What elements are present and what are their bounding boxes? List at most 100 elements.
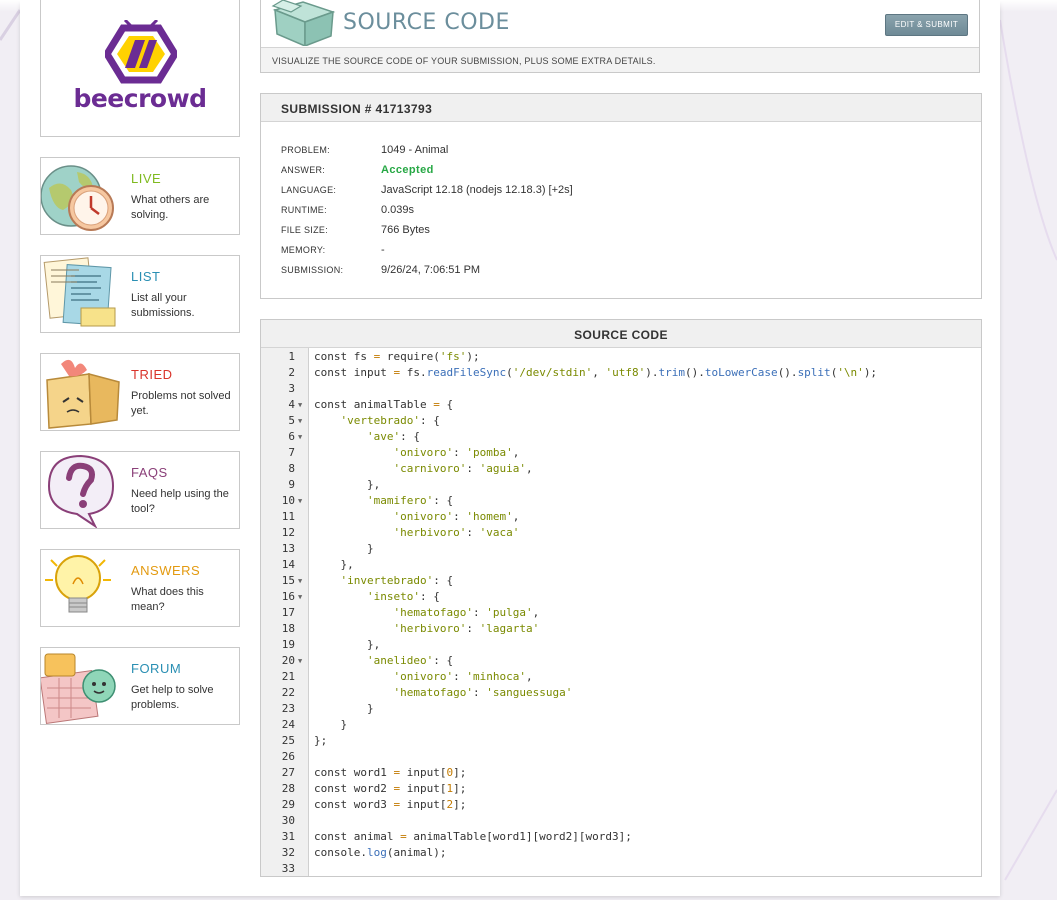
line-number: 6 — [288, 430, 295, 443]
code-text: 'hematofago': 'sanguessuga' — [393, 686, 573, 699]
chat-icon — [41, 653, 116, 724]
line-number: 12 — [281, 526, 295, 539]
source-code-header: SOURCE CODE EDIT & SUBMIT VISUALIZE THE … — [260, 0, 980, 73]
code-line: 11 'onivoro': 'homem', — [261, 509, 981, 525]
code-line: 27 const word1 = input[0]; — [261, 765, 981, 781]
line-number: 27 — [281, 766, 295, 779]
code-line: 2 const input = fs.readFileSync('/dev/std… — [261, 365, 981, 381]
code-line: 6 ▼ 'ave': { — [261, 429, 981, 445]
info-value: 766 Bytes — [381, 224, 430, 236]
info-value: 9/26/24, 7:06:51 PM — [381, 264, 481, 276]
sidebar-item-forum[interactable]: FORUM Get help to solve problems. — [40, 647, 240, 725]
sidebar-item-title: LIVE — [131, 171, 162, 186]
info-label: RUNTIME: — [281, 205, 327, 215]
sidebar-item-desc: Problems not solved yet. — [131, 390, 231, 417]
info-label: PROBLEM: — [281, 145, 330, 155]
code-line: 19 }, — [261, 637, 981, 653]
fold-toggle-icon[interactable]: ▼ — [298, 429, 302, 445]
info-value: 0.039s — [381, 204, 415, 216]
code-line: 25}; — [261, 733, 981, 749]
box-icon — [271, 0, 336, 46]
sidebar-item-faqs[interactable]: FAQS Need help using the tool? — [40, 451, 240, 529]
sidebar-item-desc: What others are solving. — [131, 194, 210, 221]
line-number: 5 — [288, 414, 295, 427]
code-text: 'vertebrado': { — [340, 414, 440, 427]
line-number: 18 — [281, 622, 295, 635]
code-line: 32 console.log(animal); — [261, 845, 981, 861]
sidebar-item-tried[interactable]: TRIED Problems not solved yet. — [40, 353, 240, 431]
code-text: 'onivoro': 'minhoca', — [393, 670, 533, 683]
code-text: 'hematofago': 'pulga', — [393, 606, 540, 619]
info-label: MEMORY: — [281, 245, 326, 255]
sidebar-item-desc: What does this mean? — [131, 586, 204, 613]
info-value: JavaScript 12.18 (nodejs 12.18.3) [+2s] — [381, 184, 573, 196]
code-text: 'onivoro': 'pomba', — [393, 446, 520, 459]
line-number: 17 — [281, 606, 295, 619]
code-line: 29 const word3 = input[2]; — [261, 797, 981, 813]
line-number: 9 — [288, 478, 295, 491]
sidebar-item-title: TRIED — [131, 367, 173, 382]
sidebar-item-title: FORUM — [131, 661, 182, 676]
line-number: 28 — [281, 782, 295, 795]
line-number: 33 — [281, 862, 295, 875]
code-line: 28 const word2 = input[1]; — [261, 781, 981, 797]
sidebar-item-answers[interactable]: ANSWERS What does this mean? — [40, 549, 240, 627]
line-number: 16 — [281, 590, 295, 603]
code-line: 21 'onivoro': 'minhoca', — [261, 669, 981, 685]
submission-title: SUBMISSION # 41713793 — [261, 94, 981, 122]
code-line: 12 'herbivoro': 'vaca' — [261, 525, 981, 541]
line-number: 14 — [281, 558, 295, 571]
code-text: console.log(animal); — [314, 846, 447, 859]
code-text: }; — [314, 734, 328, 747]
code-text: const input = fs.readFileSync('/dev/stdi… — [314, 366, 878, 379]
page-subtitle: VISUALIZE THE SOURCE CODE OF YOUR SUBMIS… — [261, 47, 979, 72]
line-number: 19 — [281, 638, 295, 651]
code-line: 5 ▼ 'vertebrado': { — [261, 413, 981, 429]
line-number: 25 — [281, 734, 295, 747]
code-text: } — [314, 718, 348, 731]
code-line: 23 } — [261, 701, 981, 717]
sidebar-item-title: ANSWERS — [131, 563, 201, 578]
line-number: 10 — [281, 494, 295, 507]
fold-toggle-icon[interactable]: ▼ — [298, 413, 302, 429]
line-number: 21 — [281, 670, 295, 683]
code-text: 'carnivoro': 'aguia', — [393, 462, 533, 475]
line-number: 24 — [281, 718, 295, 731]
code-line: 22 'hematofago': 'sanguessuga' — [261, 685, 981, 701]
code-text: } — [314, 542, 374, 555]
code-text: const animalTable = { — [314, 398, 454, 411]
code-text: 'herbivoro': 'vaca' — [393, 526, 520, 539]
fold-toggle-icon[interactable]: ▼ — [298, 573, 302, 589]
info-label: FILE SIZE: — [281, 225, 329, 235]
code-editor[interactable]: 1 const fs = require('fs'); 2 const input =… — [261, 349, 981, 876]
line-number: 26 — [281, 750, 295, 763]
papers-icon — [43, 257, 116, 327]
line-number: 13 — [281, 542, 295, 555]
fold-toggle-icon[interactable]: ▼ — [298, 653, 302, 669]
code-text: }, — [314, 558, 354, 571]
code-line: 7 'onivoro': 'pomba', — [261, 445, 981, 461]
code-text: 'herbivoro': 'lagarta' — [393, 622, 540, 635]
code-line: 14 }, — [261, 557, 981, 573]
fold-toggle-icon[interactable]: ▼ — [298, 589, 302, 605]
code-text: 'onivoro': 'homem', — [393, 510, 520, 523]
code-text: const animal = animalTable[word1][word2]… — [314, 830, 632, 843]
sidebar-item-list[interactable]: LIST List all your submissions. — [40, 255, 240, 333]
logo[interactable]: beecrowd — [40, 0, 240, 137]
line-number: 23 — [281, 702, 295, 715]
line-number: 2 — [288, 366, 295, 379]
fold-toggle-icon[interactable]: ▼ — [298, 493, 302, 509]
code-line: 1 const fs = require('fs'); — [261, 349, 981, 365]
fold-toggle-icon[interactable]: ▼ — [298, 397, 302, 413]
edit-submit-button[interactable]: EDIT & SUBMIT — [885, 14, 968, 36]
code-text: const word3 = input[2]; — [314, 798, 467, 811]
code-line: 13 } — [261, 541, 981, 557]
line-number: 29 — [281, 798, 295, 811]
status-badge: Accepted — [381, 164, 434, 176]
code-line: 9 }, — [261, 477, 981, 493]
info-value: - — [381, 244, 385, 256]
code-line: 26 — [261, 749, 981, 765]
sidebar-item-live[interactable]: LIVE What others are solving. — [40, 157, 240, 235]
line-number: 31 — [281, 830, 295, 843]
code-text: 'invertebrado': { — [340, 574, 454, 587]
